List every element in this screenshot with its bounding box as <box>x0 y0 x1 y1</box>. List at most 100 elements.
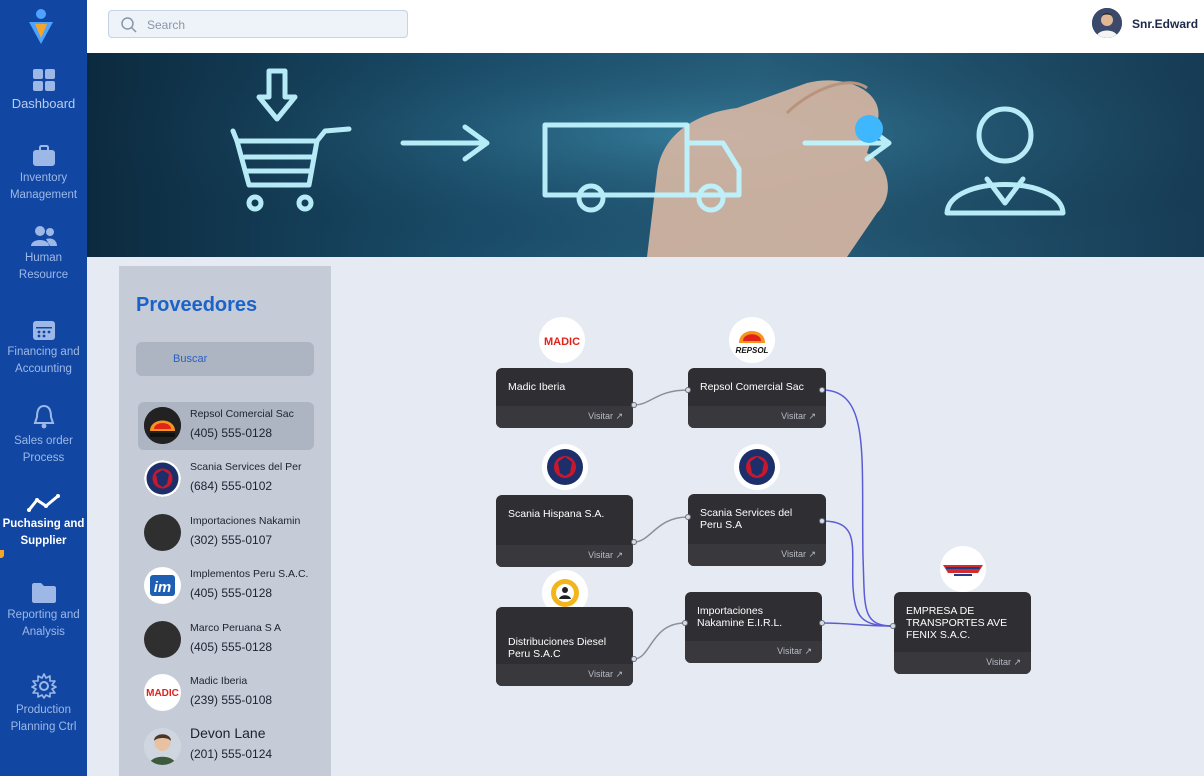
flow-node-ave-fenix[interactable]: EMPRESA DE TRANSPORTES AVE FENIX S.A.C. … <box>894 592 1031 674</box>
node-port[interactable] <box>819 518 825 524</box>
scania-logo <box>734 444 780 490</box>
visit-link[interactable]: Visitar ↗ <box>781 549 816 560</box>
supplier-name: Repsol Comercial Sac <box>190 408 294 420</box>
supplier-avatar <box>144 514 181 551</box>
nav-label: Human Resource <box>18 252 69 281</box>
scania-logo <box>542 444 588 490</box>
supplier-name: Implementos Peru S.A.C. <box>190 568 309 580</box>
nav-label: Inventory Management <box>9 172 78 201</box>
flow-node-scania-hispana[interactable]: Scania Hispana S.A. Visitar ↗ <box>496 495 633 567</box>
supplier-phone: (302) 555-0107 <box>190 533 273 547</box>
nav-label: Puchasing and Supplier <box>2 518 85 547</box>
nav-purchasing-supplier[interactable]: Puchasing and Supplier <box>0 493 87 550</box>
node-port[interactable] <box>631 656 637 662</box>
ave-fenix-logo <box>940 546 986 592</box>
visit-link[interactable]: Visitar ↗ <box>781 411 816 422</box>
visit-link[interactable]: Visitar ↗ <box>588 411 623 422</box>
node-port[interactable] <box>890 623 896 629</box>
supplier-name: Madic Iberia <box>190 675 248 687</box>
supplier-avatar <box>144 621 181 658</box>
madic-logo: MADIC <box>539 317 585 363</box>
supplier-name: Importaciones Nakamin <box>190 515 301 527</box>
banner-image <box>87 53 1204 257</box>
supplier-flow-canvas: MADIC REPSOL Madic Iberia Visitar ↗ Reps… <box>331 257 1204 776</box>
nav-financing[interactable]: Financing and Accounting <box>0 319 87 378</box>
nav-label: Sales order Process <box>14 435 73 464</box>
supplier-item[interactable]: MADIC Madic Iberia (239) 555-0108 <box>138 669 314 717</box>
briefcase-icon <box>32 145 55 166</box>
node-label: Scania Services del Peru S.A <box>700 507 793 531</box>
supplier-avatar <box>144 460 181 497</box>
flow-node-madic-iberia[interactable]: Madic Iberia Visitar ↗ <box>496 368 633 428</box>
flow-node-scania-peru[interactable]: Scania Services del Peru S.A Visitar ↗ <box>688 494 826 566</box>
visit-link[interactable]: Visitar ↗ <box>986 657 1021 668</box>
supplier-phone: (405) 555-0128 <box>190 586 273 600</box>
nav-reporting[interactable]: Reporting and Analysis <box>0 582 87 641</box>
supplier-phone: (405) 555-0128 <box>190 640 273 654</box>
node-port[interactable] <box>682 620 688 626</box>
supplier-phone: (684) 555-0102 <box>190 479 273 493</box>
nav-label: Production Planning Ctrl <box>10 704 77 733</box>
node-label: Scania Hispana S.A. <box>508 508 605 520</box>
nav-label: Dashboard <box>11 96 76 111</box>
supplier-avatar: im <box>144 567 181 604</box>
folder-icon <box>31 583 56 603</box>
supplier-item[interactable]: im Implementos Peru S.A.C. (405) 555-012… <box>138 562 314 610</box>
supplier-phone: (201) 555-0124 <box>190 747 273 761</box>
node-label: Repsol Comercial Sac <box>700 381 804 393</box>
supplier-search-label: Buscar <box>173 353 208 365</box>
supplier-avatar <box>144 407 181 444</box>
app-logo[interactable] <box>26 8 56 46</box>
search-input[interactable]: Search <box>108 10 408 38</box>
node-port[interactable] <box>631 402 637 408</box>
supplier-avatar: MADIC <box>144 674 181 711</box>
grid-icon <box>32 69 55 91</box>
node-port[interactable] <box>819 387 825 393</box>
nav-human-resource[interactable]: Human Resource <box>0 225 87 284</box>
svg-text:MADIC: MADIC <box>544 336 580 348</box>
gear-icon <box>30 673 57 699</box>
flow-node-distribuciones[interactable]: Distribuciones Diesel Peru S.A.C Visitar… <box>496 607 633 686</box>
node-label: Madic Iberia <box>508 381 566 393</box>
svg-text:REPSOL: REPSOL <box>736 346 769 355</box>
supplier-item[interactable]: Scania Services del Per (684) 555-0102 <box>138 455 314 503</box>
node-port[interactable] <box>819 620 825 626</box>
flow-node-repsol[interactable]: Repsol Comercial Sac Visitar ↗ <box>688 368 826 428</box>
sidebar: Dashboard Inventory Management Human Res… <box>0 0 87 776</box>
supplier-search-input[interactable]: Buscar <box>136 342 314 376</box>
supplier-item[interactable]: Marco Peruana S A (405) 555-0128 <box>138 616 314 664</box>
repsol-logo: REPSOL <box>729 317 775 363</box>
panel-title: Proveedores <box>136 294 258 316</box>
supplier-name: Scania Services del Per <box>190 461 302 473</box>
visit-link[interactable]: Visitar ↗ <box>588 669 623 680</box>
supplier-name: Marco Peruana S A <box>190 622 282 634</box>
supplier-phone: (239) 555-0108 <box>190 693 273 707</box>
visit-link[interactable]: Visitar ↗ <box>588 550 623 561</box>
visit-link[interactable]: Visitar ↗ <box>777 646 812 657</box>
avatar[interactable] <box>1092 8 1122 38</box>
nav-dashboard[interactable]: Dashboard <box>0 68 87 112</box>
bell-icon <box>33 404 54 429</box>
search-placeholder: Search <box>147 18 186 32</box>
nav-label: Financing and Accounting <box>7 346 80 375</box>
supplier-item[interactable]: Devon Lane (201) 555-0124 <box>138 723 314 771</box>
svg-text:MADIC: MADIC <box>146 688 179 699</box>
suppliers-panel: Proveedores Buscar Repsol Comercial Sac … <box>119 266 331 776</box>
node-port[interactable] <box>685 387 691 393</box>
nav-production[interactable]: Production Planning Ctrl <box>0 673 87 736</box>
search-icon <box>121 17 137 33</box>
node-label: Importaciones Nakamine E.I.R.L. <box>697 605 783 629</box>
calendar-icon <box>32 321 55 340</box>
supplier-item[interactable]: Repsol Comercial Sac (405) 555-0128 <box>138 402 314 450</box>
user-name[interactable]: Snr.Edward <box>1132 17 1198 31</box>
trend-icon <box>26 494 60 512</box>
flow-node-nakamine[interactable]: Importaciones Nakamine E.I.R.L. Visitar … <box>685 592 822 663</box>
nav-sales-order[interactable]: Sales order Process <box>0 404 87 467</box>
node-label: EMPRESA DE TRANSPORTES AVE FENIX S.A.C. <box>906 605 1008 641</box>
supplier-item[interactable]: Importaciones Nakamin (302) 555-0107 <box>138 509 314 557</box>
nav-inventory[interactable]: Inventory Management <box>0 145 87 204</box>
node-port[interactable] <box>631 539 637 545</box>
node-port[interactable] <box>685 514 691 520</box>
top-bar: Search Snr.Edward <box>87 0 1204 53</box>
node-label: Distribuciones Diesel Peru S.A.C <box>508 636 607 660</box>
